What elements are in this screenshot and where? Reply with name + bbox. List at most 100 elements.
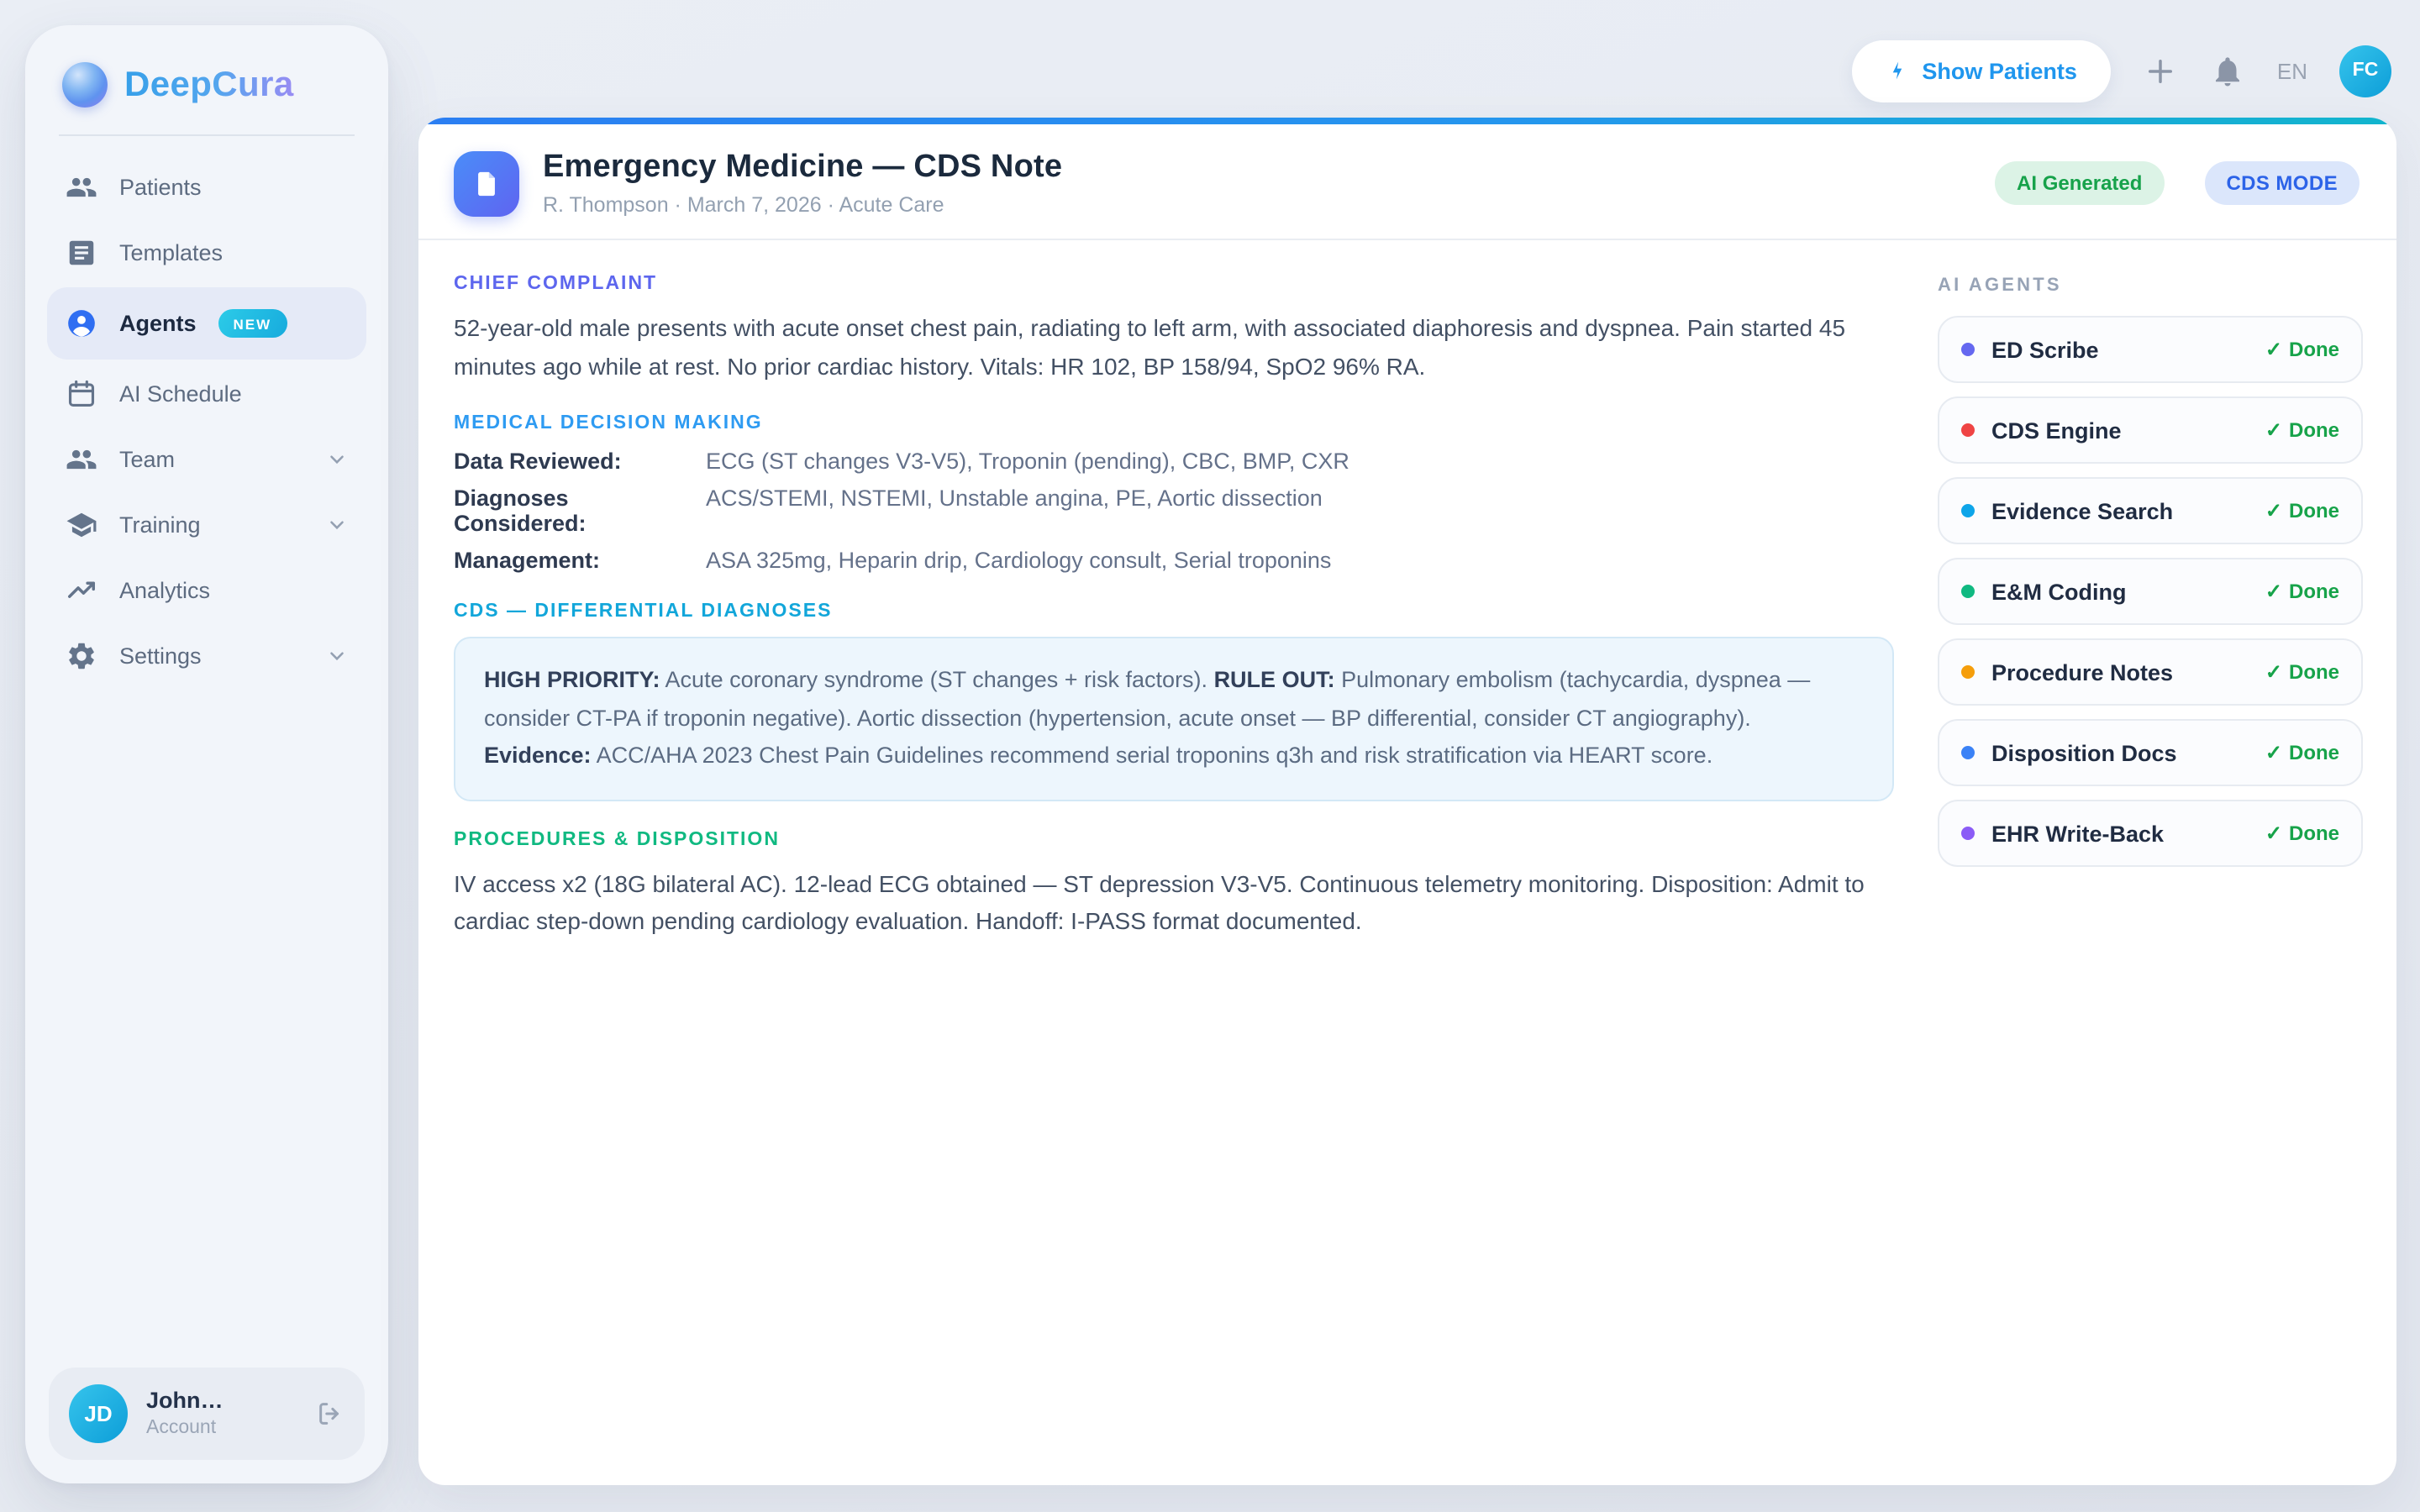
app-root: DeepCura Patients Templates Agents NEW A… xyxy=(0,0,2420,1512)
ai-agents-panel: AI AGENTS ED Scribe ✓Done CDS Engine ✓Do… xyxy=(1938,240,2396,1485)
new-badge: NEW xyxy=(218,309,287,338)
status-dot xyxy=(1961,504,1975,517)
agent-card-disposition-docs[interactable]: Disposition Docs ✓Done xyxy=(1938,719,2363,786)
agent-card-ehr-write-back[interactable]: EHR Write-Back ✓Done xyxy=(1938,800,2363,867)
divider xyxy=(59,134,355,136)
status-dot xyxy=(1961,585,1975,598)
check-icon: ✓ xyxy=(2265,822,2282,845)
brand-name: DeepCura xyxy=(124,65,294,105)
status-dot xyxy=(1961,827,1975,840)
section-heading: CHIEF COMPLAINT xyxy=(454,274,1894,294)
section-heading: PROCEDURES & DISPOSITION xyxy=(454,829,1894,849)
status-dot xyxy=(1961,423,1975,437)
document-icon xyxy=(472,169,501,197)
agent-card-em-coding[interactable]: E&M Coding ✓Done xyxy=(1938,558,2363,625)
sidebar-item-analytics[interactable]: Analytics xyxy=(47,559,366,622)
done-status: ✓Done xyxy=(2265,418,2339,442)
agent-name: Disposition Docs xyxy=(1991,740,2249,765)
sidebar-nav: Patients Templates Agents NEW AI Schedul… xyxy=(25,156,388,687)
section-chief-complaint: CHIEF COMPLAINT 52-year-old male present… xyxy=(454,274,1894,386)
sidebar-item-label: Patients xyxy=(119,175,202,200)
sidebar-item-label: Templates xyxy=(119,240,223,265)
note-meta: R. Thompson · March 7, 2026 · Acute Care xyxy=(543,193,1971,217)
sidebar-item-label: Settings xyxy=(119,643,202,669)
sidebar-item-label: Training xyxy=(119,512,201,538)
sidebar-item-label: Agents xyxy=(119,311,197,336)
section-heading: CDS — DIFFERENTIAL DIAGNOSES xyxy=(454,602,1894,622)
check-icon: ✓ xyxy=(2265,499,2282,522)
sidebar-item-templates[interactable]: Templates xyxy=(47,222,366,284)
account-card[interactable]: JD John… Account xyxy=(49,1368,365,1460)
sidebar: DeepCura Patients Templates Agents NEW A… xyxy=(25,25,388,1483)
trend-chart-icon xyxy=(66,575,97,606)
note-card: Emergency Medicine — CDS Note R. Thompso… xyxy=(418,118,2396,1485)
sidebar-item-settings[interactable]: Settings xyxy=(47,625,366,687)
document-icon xyxy=(66,237,97,269)
done-status: ✓Done xyxy=(2265,499,2339,522)
check-icon: ✓ xyxy=(2265,660,2282,684)
user-avatar[interactable]: FC xyxy=(2339,45,2391,97)
agent-name: Evidence Search xyxy=(1991,498,2249,523)
ai-generated-badge: AI Generated xyxy=(1995,161,2164,205)
note-body: CHIEF COMPLAINT 52-year-old male present… xyxy=(418,240,2396,1485)
sidebar-item-agents[interactable]: Agents NEW xyxy=(47,287,366,360)
check-icon: ✓ xyxy=(2265,338,2282,361)
calendar-icon xyxy=(66,378,97,410)
sidebar-item-training[interactable]: Training xyxy=(47,494,366,556)
logout-icon[interactable] xyxy=(316,1399,345,1428)
mdm-label: Management: xyxy=(454,549,706,574)
sidebar-item-ai-schedule[interactable]: AI Schedule xyxy=(47,363,366,425)
section-procedures: PROCEDURES & DISPOSITION IV access x2 (1… xyxy=(454,829,1894,941)
agent-card-cds-engine[interactable]: CDS Engine ✓Done xyxy=(1938,396,2363,464)
sidebar-item-patients[interactable]: Patients xyxy=(47,156,366,218)
show-patients-label: Show Patients xyxy=(1922,58,2077,83)
agent-card-evidence-search[interactable]: Evidence Search ✓Done xyxy=(1938,477,2363,544)
graduation-cap-icon xyxy=(66,509,97,541)
section-mdm: MEDICAL DECISION MAKING Data Reviewed: E… xyxy=(454,414,1894,574)
cds-mode-badge[interactable]: CDS MODE xyxy=(2204,161,2360,205)
check-icon: ✓ xyxy=(2265,741,2282,764)
language-selector[interactable]: EN xyxy=(2277,58,2307,83)
section-body: IV access x2 (18G bilateral AC). 12-lead… xyxy=(454,864,1894,941)
sidebar-item-label: Team xyxy=(119,447,175,472)
agent-name: EHR Write-Back xyxy=(1991,821,2249,846)
mdm-value: ACS/STEMI, NSTEMI, Unstable angina, PE, … xyxy=(706,486,1894,537)
agent-name: Procedure Notes xyxy=(1991,659,2249,685)
users-icon xyxy=(66,444,97,475)
brand-logo[interactable]: DeepCura xyxy=(25,25,388,134)
agent-name: ED Scribe xyxy=(1991,337,2249,362)
agent-name: CDS Engine xyxy=(1991,417,2249,443)
agent-card-ed-scribe[interactable]: ED Scribe ✓Done xyxy=(1938,316,2363,383)
account-role: Account xyxy=(146,1416,297,1441)
note-doc-icon xyxy=(454,150,519,216)
bolt-icon xyxy=(1885,59,1908,82)
topbar: Show Patients EN FC xyxy=(1851,39,2391,102)
chevron-down-icon xyxy=(326,514,348,536)
check-icon: ✓ xyxy=(2265,580,2282,603)
done-status: ✓Done xyxy=(2265,338,2339,361)
avatar: JD xyxy=(69,1384,128,1443)
section-cds-differential: CDS — DIFFERENTIAL DIAGNOSES HIGH PRIORI… xyxy=(454,602,1894,801)
account-name: John… xyxy=(146,1388,297,1416)
mdm-value: ECG (ST changes V3-V5), Troponin (pendin… xyxy=(706,449,1894,475)
chevron-down-icon xyxy=(326,645,348,667)
gear-icon xyxy=(66,640,97,672)
agent-card-procedure-notes[interactable]: Procedure Notes ✓Done xyxy=(1938,638,2363,706)
note-header: Emergency Medicine — CDS Note R. Thompso… xyxy=(418,124,2396,239)
page-title: Emergency Medicine — CDS Note xyxy=(543,150,1971,186)
done-status: ✓Done xyxy=(2265,580,2339,603)
plus-icon[interactable] xyxy=(2143,53,2178,88)
ai-agents-heading: AI AGENTS xyxy=(1938,276,2363,296)
sidebar-item-team[interactable]: Team xyxy=(47,428,366,491)
done-status: ✓Done xyxy=(2265,741,2339,764)
done-status: ✓Done xyxy=(2265,822,2339,845)
cds-callout-box: HIGH PRIORITY: Acute coronary syndrome (… xyxy=(454,638,1894,801)
users-icon xyxy=(66,171,97,203)
brand-sphere-icon xyxy=(62,62,108,108)
agent-name: E&M Coding xyxy=(1991,579,2249,604)
show-patients-button[interactable]: Show Patients xyxy=(1851,39,2111,102)
mdm-label: Data Reviewed: xyxy=(454,449,706,475)
status-dot xyxy=(1961,665,1975,679)
mdm-value: ASA 325mg, Heparin drip, Cardiology cons… xyxy=(706,549,1894,574)
bell-icon[interactable] xyxy=(2210,53,2245,88)
